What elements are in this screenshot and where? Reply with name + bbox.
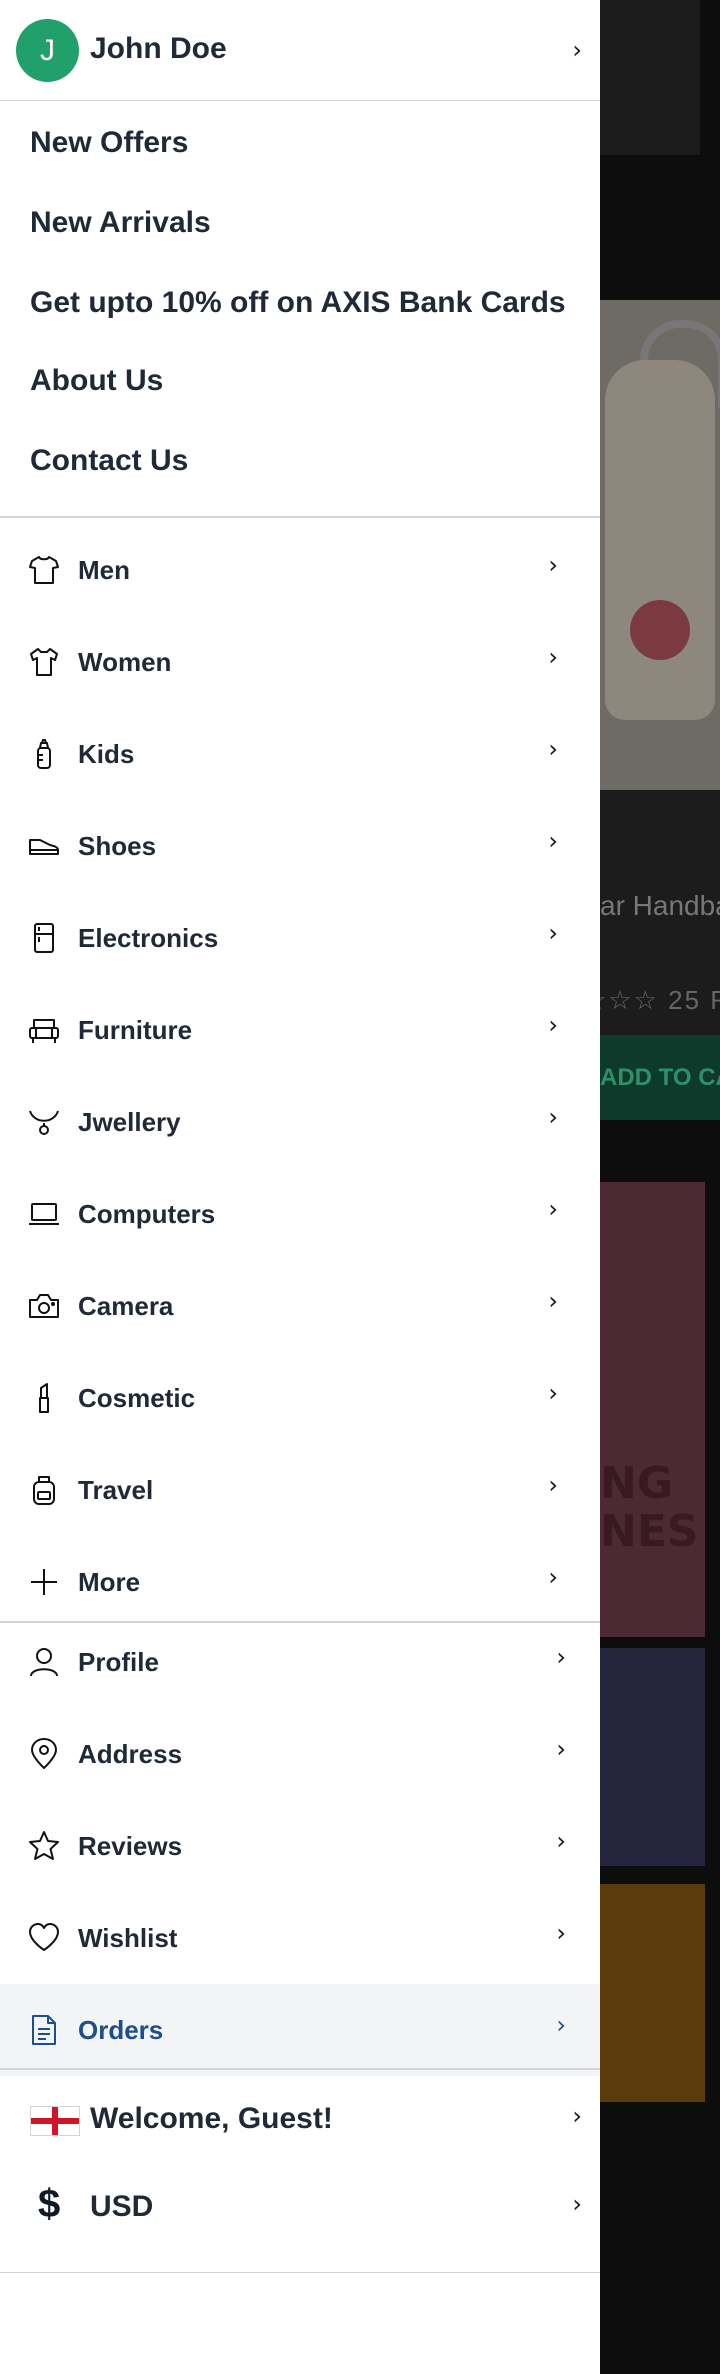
shoe-icon: [28, 830, 60, 862]
chevron-right-icon: ›: [556, 1643, 566, 1671]
chevron-right-icon: ›: [548, 1011, 558, 1039]
dollar-icon: $: [38, 2182, 61, 2226]
category-label: Camera: [78, 1291, 174, 1321]
necklace-icon: [28, 1106, 60, 1138]
category-label: Computers: [78, 1199, 216, 1229]
account-label: Address: [78, 1739, 183, 1769]
chevron-right-icon: ›: [548, 1287, 558, 1315]
link-new-offers[interactable]: New Offers: [30, 126, 188, 160]
background-promo-tile: [600, 1884, 705, 2102]
category-label: More: [78, 1567, 141, 1597]
lipstick-icon: [28, 1382, 60, 1414]
chevron-right-icon: ›: [548, 735, 558, 763]
account-orders[interactable]: Orders ›: [0, 1984, 600, 2076]
background-add-to-cart-button: ADD TO CA: [600, 1035, 720, 1120]
background-product-image: [600, 300, 720, 790]
chevron-right-icon: ›: [556, 1919, 566, 1947]
link-contact-us[interactable]: Contact Us: [30, 444, 188, 478]
category-label: Travel: [78, 1475, 154, 1505]
chevron-right-icon: ›: [548, 1471, 558, 1499]
divider: [0, 2272, 600, 2273]
category-label: Electronics: [78, 923, 219, 953]
account-label: Orders: [78, 2015, 164, 2045]
star-icon: [28, 1830, 60, 1862]
category-label: Kids: [78, 739, 135, 769]
chevron-right-icon: ›: [548, 1195, 558, 1223]
category-electronics[interactable]: Electronics ›: [0, 892, 600, 984]
account-wishlist[interactable]: Wishlist ›: [0, 1892, 600, 1984]
category-label: Jwellery: [78, 1107, 181, 1137]
category-furniture[interactable]: Furniture ›: [0, 984, 600, 1076]
account-reviews[interactable]: Reviews ›: [0, 1800, 600, 1892]
chevron-right-icon: ›: [548, 551, 558, 579]
currency-label: USD: [90, 2190, 154, 2223]
chevron-right-icon: ›: [548, 827, 558, 855]
chevron-right-icon: ›: [572, 2190, 582, 2218]
background-header: [600, 0, 700, 155]
link-axis-offer[interactable]: Get upto 10% off on AXIS Bank Cards: [30, 286, 566, 320]
chevron-right-icon: ›: [548, 1103, 558, 1131]
chevron-right-icon: ›: [556, 1827, 566, 1855]
chevron-right-icon: ›: [548, 919, 558, 947]
divider: [0, 2068, 600, 2070]
camera-icon: [28, 1290, 60, 1322]
account-label: Profile: [78, 1647, 159, 1677]
chevron-right-icon: ›: [548, 1563, 558, 1591]
currency-row[interactable]: $ USD ›: [0, 2164, 600, 2252]
quick-links: New Offers New Arrivals Get upto 10% off…: [0, 100, 600, 518]
background-banner-text: NG NES: [600, 1458, 699, 1557]
category-more[interactable]: More ›: [0, 1536, 600, 1628]
avatar: J: [16, 19, 79, 82]
category-label: Furniture: [78, 1015, 193, 1045]
side-drawer: J John Doe › New Offers New Arrivals Get…: [0, 0, 600, 2374]
user-icon: [28, 1646, 60, 1678]
chevron-right-icon: ›: [572, 36, 582, 64]
account-label: Reviews: [78, 1831, 183, 1861]
category-men[interactable]: Men ›: [0, 524, 600, 616]
account-label: Wishlist: [78, 1923, 178, 1953]
category-label: Men: [78, 555, 130, 585]
category-cosmetic[interactable]: Cosmetic ›: [0, 1352, 600, 1444]
dress-icon: [28, 646, 60, 678]
chevron-right-icon: ›: [548, 1379, 558, 1407]
background-product-title: ar Handba: [600, 890, 720, 921]
category-kids[interactable]: Kids ›: [0, 708, 600, 800]
laptop-icon: [28, 1198, 60, 1230]
category-camera[interactable]: Camera ›: [0, 1260, 600, 1352]
england-flag-icon: [30, 2106, 80, 2136]
fridge-icon: [28, 922, 60, 954]
category-shoes[interactable]: Shoes ›: [0, 800, 600, 892]
chevron-right-icon: ›: [556, 2011, 566, 2039]
background-banner: [600, 1182, 705, 1637]
category-label: Shoes: [78, 831, 157, 861]
category-label: Cosmetic: [78, 1383, 196, 1413]
chevron-right-icon: ›: [572, 2102, 582, 2130]
user-name: John Doe: [90, 32, 227, 65]
background-promo-tile: [600, 1648, 705, 1866]
user-profile-row[interactable]: J John Doe ›: [0, 0, 600, 101]
account-address[interactable]: Address ›: [0, 1708, 600, 1800]
link-new-arrivals[interactable]: New Arrivals: [30, 206, 211, 240]
category-women[interactable]: Women ›: [0, 616, 600, 708]
chevron-right-icon: ›: [556, 1735, 566, 1763]
background-product-rating: ☆☆☆ 25 R: [583, 985, 720, 1015]
category-jwellery[interactable]: Jwellery ›: [0, 1076, 600, 1168]
language-welcome-row[interactable]: Welcome, Guest! ›: [0, 2076, 600, 2164]
plus-icon: [28, 1566, 60, 1598]
location-pin-icon: [28, 1738, 60, 1770]
category-computers[interactable]: Computers ›: [0, 1168, 600, 1260]
backpack-icon: [28, 1474, 60, 1506]
sofa-icon: [28, 1014, 60, 1046]
baby-bottle-icon: [28, 738, 60, 770]
link-about-us[interactable]: About Us: [30, 364, 163, 398]
heart-icon: [28, 1922, 60, 1954]
shirt-icon: [28, 554, 60, 586]
category-travel[interactable]: Travel ›: [0, 1444, 600, 1536]
chevron-right-icon: ›: [548, 643, 558, 671]
category-label: Women: [78, 647, 172, 677]
welcome-text: Welcome, Guest!: [90, 2102, 333, 2135]
account-profile[interactable]: Profile ›: [0, 1616, 600, 1708]
document-icon: [28, 2014, 60, 2046]
